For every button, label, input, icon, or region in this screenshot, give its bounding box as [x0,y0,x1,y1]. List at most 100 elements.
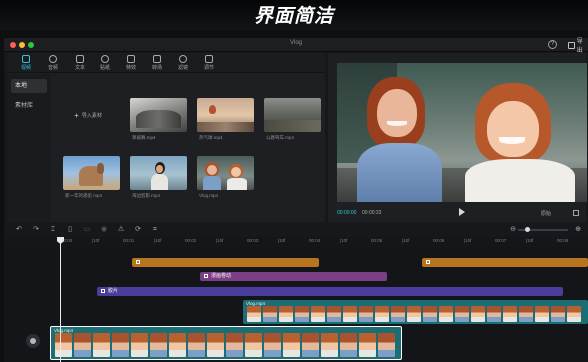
plus-icon: + [74,110,79,120]
media-caption: 草坡舞.mp4 [132,135,156,140]
main-clip-label: Vlog.mp4 [54,328,74,333]
ruler-tick: 00:06 [433,238,445,243]
ruler-tick: 00:07 [495,238,507,243]
sticker-clip[interactable] [132,258,319,267]
media-thumbnail[interactable] [197,156,254,190]
track-dot [30,338,36,344]
media-panel: 视频 音频 文本 贴纸 特效 转场 滤镜 调节 本地 素材库 + 导入素材 草坡… [7,53,325,222]
video-clip[interactable]: Vlog.mp4 [243,300,588,324]
ruler-tick: |10f [464,238,472,243]
filter-icon [101,288,105,293]
sidebar-item-library[interactable]: 素材库 [11,99,47,113]
ruler-tick: 00:04 [309,238,321,243]
import-media-button[interactable]: + 导入素材 [58,98,118,132]
sticker-clip[interactable] [422,258,588,267]
undo-icon[interactable]: ↶ [15,226,23,234]
media-caption: Vlog.mp4 [199,193,219,198]
tab-audio[interactable]: 音频 [40,55,66,72]
main-track-settings-icon[interactable] [26,334,40,348]
media-thumbnail[interactable] [130,98,187,132]
banner-title: 界面简洁 [253,5,334,27]
tab-adjust[interactable]: 调节 [196,55,222,72]
ruler-tick: 00:05 [371,238,383,243]
effect-clip-label: 漫画卷动 [211,273,232,279]
tab-transition[interactable]: 转场 [144,55,170,72]
ruler-tick: |10f [402,238,410,243]
timeline-ruler[interactable]: 00:00 |10f 00:01 |10f 00:02 |10f 00:03 |… [4,237,588,247]
zoom-out-icon[interactable]: ⊖ [509,226,517,234]
editor-window: Vlog ? 导出 视频 音频 文本 贴纸 特效 转场 滤镜 调节 本地 素材库 [4,38,588,362]
preview-video[interactable] [337,63,587,202]
effect-clip[interactable]: 漫画卷动 [200,272,387,281]
total-time: 00:00:33 [362,210,382,216]
promo-banner: 界面简洁 [0,0,588,30]
split-icon[interactable]: ⌶ [49,226,57,234]
play-icon[interactable] [459,208,465,216]
media-thumbnail[interactable] [264,98,321,132]
ruler-tick: |10f [92,238,100,243]
tab-sticker[interactable]: 贴纸 [92,55,118,72]
export-button[interactable]: 导出 [568,39,588,54]
ruler-tick: 00:03 [247,238,259,243]
playhead[interactable] [60,237,61,362]
media-caption: 公路驾车.mp4 [266,135,295,140]
video-clip-label: Vlog.mp4 [246,301,266,306]
tab-label: 特效 [125,65,136,71]
freeze-icon[interactable]: ▭ [83,226,91,234]
adjust-icon [205,55,213,63]
tab-effects[interactable]: 特效 [118,55,144,72]
timeline-toolbar: ↶ ↷ ⌶ ▯ ▭ ◉ ⚠ ⟳ ⌗ ⊖ ⊕ [4,224,588,236]
ruler-tick: 00:02 [185,238,197,243]
tab-label: 视频 [20,65,31,71]
crop-icon[interactable]: ⌗ [151,226,159,234]
sticker-icon [101,55,109,63]
main-video-clip[interactable]: Vlog.mp4 [50,326,402,360]
zoom-slider-handle[interactable] [525,227,530,232]
text-icon [76,55,84,63]
media-thumbnail[interactable] [130,156,187,190]
media-grid: + 导入素材 草坡舞.mp4 热气球.mp4 公路驾车.mp4 新一年的骆驼.m… [53,75,325,222]
tab-label: 滤镜 [177,65,188,71]
window-title: Vlog [289,40,302,46]
media-caption: 热气球.mp4 [199,135,223,140]
media-thumbnail[interactable] [197,98,254,132]
sidebar-item-local[interactable]: 本地 [11,79,47,93]
question-circle-icon[interactable]: ? [548,40,557,49]
mirror-icon[interactable]: ⚠ [117,226,125,234]
export-label: 导出 [576,39,583,54]
tab-label: 转场 [151,65,162,71]
tab-label: 调节 [203,65,214,71]
ruler-tick: |10f [526,238,534,243]
audio-icon [49,55,57,63]
tab-text[interactable]: 文本 [67,55,93,72]
ruler-tick: |10f [278,238,286,243]
redo-icon[interactable]: ↷ [32,226,40,234]
tab-label: 音频 [47,65,58,71]
filter-clip[interactable]: 胶片 [97,287,563,296]
media-tabs: 视频 音频 文本 贴纸 特效 转场 滤镜 调节 [7,53,325,73]
tab-media[interactable]: 视频 [13,55,39,72]
ruler-tick: |10f [154,238,162,243]
aspect-ratio-select[interactable]: 原始 [541,210,551,217]
tab-label: 文本 [74,65,85,71]
export-icon [568,41,575,49]
effect-icon [204,273,208,278]
fullscreen-icon[interactable] [573,210,579,216]
media-icon [22,55,30,63]
media-thumbnail[interactable] [63,156,120,190]
zoom-in-icon[interactable]: ⊕ [574,226,582,234]
tab-filter[interactable]: 滤镜 [170,55,196,72]
filter-clip-label: 胶片 [108,288,119,294]
filter-icon [179,55,187,63]
media-sidebar: 本地 素材库 [7,74,51,222]
rotate-icon[interactable]: ⟳ [134,226,142,234]
sticker-icon [136,259,140,264]
media-caption: 新一年的骆驼.mp4 [65,193,103,198]
current-time: 00:00:00 [337,210,357,216]
import-label: 导入素材 [81,112,102,119]
ruler-tick: |10f [340,238,348,243]
screenshot-root: 界面简洁 Vlog ? 导出 视频 音频 文本 贴纸 特效 转场 滤镜 调节 本… [0,0,588,362]
delete-icon[interactable]: ▯ [66,226,74,234]
preview-player: 00:00:00 00:00:33 原始 [328,53,587,222]
record-icon[interactable]: ◉ [100,226,108,234]
